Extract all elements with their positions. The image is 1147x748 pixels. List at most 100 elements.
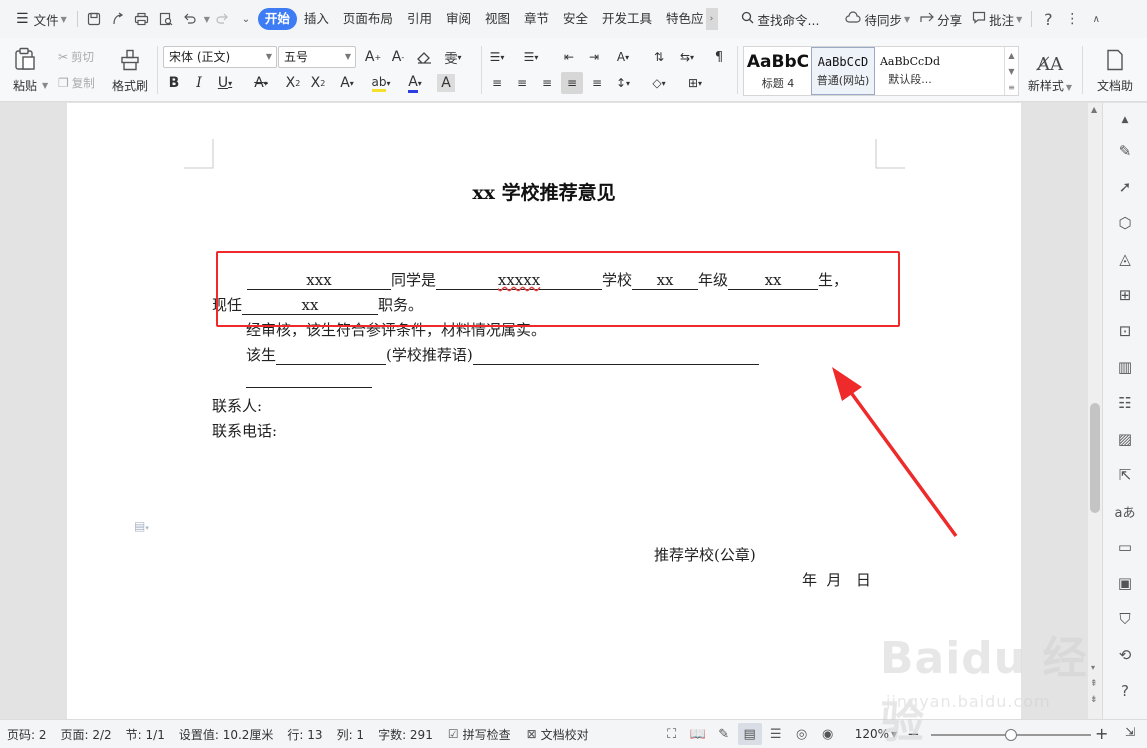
increase-indent-icon[interactable]: ⇥ <box>583 46 605 68</box>
fullscreen-icon[interactable]: ⛶ <box>660 723 684 745</box>
paste-button[interactable]: 粘贴 <box>8 46 42 94</box>
tab-chapter[interactable]: 章节 <box>517 8 556 30</box>
bold-icon[interactable]: B <box>163 72 185 94</box>
print-icon[interactable] <box>130 7 154 31</box>
tab-view[interactable]: 视图 <box>478 8 517 30</box>
write-mode-icon[interactable]: ✎ <box>712 723 736 745</box>
line-break-icon[interactable]: ⇆ ▾ <box>676 46 698 68</box>
scrollbar-thumb[interactable] <box>1090 403 1100 513</box>
page-up-icon[interactable]: ▾ <box>1091 663 1095 672</box>
paragraph-handle-icon[interactable]: ▤▾ <box>134 519 149 533</box>
web-view-icon[interactable]: ◎ <box>790 723 814 745</box>
more-icon[interactable]: ⋮ <box>1060 7 1084 31</box>
command-search[interactable]: 查找命令... <box>736 7 825 31</box>
grow-font-icon[interactable]: A + <box>362 46 384 68</box>
align-left-icon[interactable]: ≡ <box>486 72 508 94</box>
distributed-icon[interactable]: ≡ <box>586 72 608 94</box>
format-painter-button[interactable]: 格式刷 <box>108 46 152 94</box>
new-style-button[interactable]: A̸A 新样式 ▼ <box>1024 46 1076 94</box>
comment-button[interactable]: 批注 ▼ <box>967 7 1027 31</box>
table-icon[interactable]: ⊞ <box>1103 282 1147 308</box>
shading-icon[interactable]: ◇ ▾ <box>648 72 670 94</box>
history-icon[interactable]: ⟲ <box>1103 642 1147 668</box>
archive-icon[interactable]: ▭ <box>1103 534 1147 560</box>
eye-protection-icon[interactable]: ◉ <box>816 723 840 745</box>
section-indicator[interactable]: 节: 1/1 <box>119 726 172 743</box>
read-mode-icon[interactable]: 📖 <box>686 723 710 745</box>
share-out-icon[interactable]: ⇱ <box>1103 462 1147 488</box>
bullet-list-icon[interactable]: ☰ ▾ <box>486 46 508 68</box>
tab-developer[interactable]: 开发工具 <box>595 8 659 30</box>
justify-icon[interactable]: ≡ <box>561 72 583 94</box>
tab-features[interactable]: 特色应 <box>659 8 706 30</box>
undo-icon[interactable] <box>178 7 202 31</box>
paste-dropdown-icon[interactable]: ▼ <box>42 81 48 90</box>
tab-page-layout[interactable]: 页面布局 <box>336 8 400 30</box>
sync-button[interactable]: 待同步 ▼ <box>840 7 915 31</box>
doc-check-button[interactable]: ⊠ 文档校对 <box>519 726 597 743</box>
align-center-icon[interactable]: ≡ <box>511 72 533 94</box>
picture-icon[interactable]: ▣ <box>1103 570 1147 596</box>
help-icon[interactable]: ? <box>1036 7 1060 31</box>
spell-check-button[interactable]: ☑ 拼写检查 <box>440 726 519 743</box>
tab-insert[interactable]: 插入 <box>297 8 336 30</box>
style-default-paragraph[interactable]: AaBbCcDd 默认段... <box>878 47 942 95</box>
char-shading-icon[interactable]: A <box>437 74 455 92</box>
document-page[interactable]: xx 学校推荐意见 xxx 同学是 xxxxx 学校 xx 年级 xx 生， 现任 xx 职务。 … <box>67 103 1021 719</box>
redo-icon[interactable] <box>210 7 234 31</box>
shield-icon[interactable]: ⛉ <box>1103 606 1147 632</box>
column-indicator[interactable]: 列: 1 <box>330 726 372 743</box>
subscript-icon[interactable]: X2 <box>307 72 329 94</box>
styles-scroll[interactable]: ▲ ▼ ≡ <box>1004 47 1018 95</box>
word-count[interactable]: 字数: 291 <box>371 726 440 743</box>
line-spacing-icon[interactable]: ↕ ▾ <box>612 72 634 94</box>
copy-button[interactable]: ❐ 复制 <box>58 75 95 91</box>
share-button[interactable]: 分享 <box>915 7 967 31</box>
page-prev-icon[interactable]: ⇞ <box>1090 679 1098 689</box>
shapes-icon[interactable]: ⬡ <box>1103 210 1147 236</box>
image-gallery-icon[interactable]: ▨ <box>1103 426 1147 452</box>
text-direction-icon[interactable]: A ▾ <box>612 46 634 68</box>
vertical-scrollbar[interactable]: ▲ ▾ ⇞ ⇟ <box>1088 103 1102 719</box>
cursor-icon[interactable]: ➚ <box>1103 174 1147 200</box>
page-number[interactable]: 页码: 2 <box>0 726 54 743</box>
superscript-icon[interactable]: X2 <box>282 72 304 94</box>
align-right-icon[interactable]: ≡ <box>536 72 558 94</box>
outline-view-icon[interactable]: ☰ <box>764 723 788 745</box>
font-name-select[interactable]: 宋体 (正文) ▼ <box>163 46 277 68</box>
pinyin-guide-icon[interactable]: 雯 ▾ <box>442 46 464 68</box>
clear-format-icon[interactable] <box>413 46 435 68</box>
style-set-icon[interactable]: ◬ <box>1103 246 1147 272</box>
style-normal-web[interactable]: AaBbCcD 普通(网站) <box>811 47 875 95</box>
row-indicator[interactable]: 行: 13 <box>280 726 329 743</box>
chart-icon[interactable]: ▥ <box>1103 354 1147 380</box>
tab-home[interactable]: 开始 <box>257 8 297 30</box>
status-expand-icon[interactable]: ⇲ <box>1125 725 1135 739</box>
font-size-select[interactable]: 五号 ▼ <box>278 46 356 68</box>
page-count[interactable]: 页面: 2/2 <box>54 726 119 743</box>
chevron-up-icon[interactable]: ▲ <box>1103 107 1147 133</box>
borders-icon[interactable]: ⊞ ▾ <box>684 72 706 94</box>
text-effect-icon[interactable]: A ▾ <box>336 72 358 94</box>
style-heading4[interactable]: AaBbC 标题 4 <box>746 47 810 95</box>
page-view-icon[interactable]: ▤ <box>737 723 762 745</box>
tab-security[interactable]: 安全 <box>556 8 595 30</box>
settings-sliders-icon[interactable]: ☷ <box>1103 390 1147 416</box>
decrease-indent-icon[interactable]: ⇤ <box>558 46 580 68</box>
numbered-list-icon[interactable]: ☰ ▾ <box>520 46 542 68</box>
collapse-ribbon-icon[interactable]: ∧ <box>1084 7 1108 31</box>
apps-grid-icon[interactable]: ⊡ <box>1103 318 1147 344</box>
save-icon[interactable] <box>82 7 106 31</box>
tabs-scroll-right-icon[interactable]: › <box>705 8 718 30</box>
translate-icon[interactable]: aあ <box>1103 498 1147 524</box>
cut-button[interactable]: ✂ 剪切 <box>58 49 94 65</box>
zoom-in-icon[interactable]: + <box>1095 724 1108 743</box>
shrink-font-icon[interactable]: A- <box>387 46 409 68</box>
chevron-up-icon[interactable]: ▲ <box>1091 105 1097 114</box>
pen-icon[interactable]: ✎ <box>1103 138 1147 164</box>
file-menu[interactable]: ☰ 文件 ▼ <box>10 7 73 31</box>
help-circle-icon[interactable]: ? <box>1103 678 1147 704</box>
position-setting[interactable]: 设置值: 10.2厘米 <box>172 726 281 743</box>
strikethrough-icon[interactable]: A ▾ <box>250 72 272 94</box>
highlight-icon[interactable]: ab ▾ <box>370 72 392 94</box>
